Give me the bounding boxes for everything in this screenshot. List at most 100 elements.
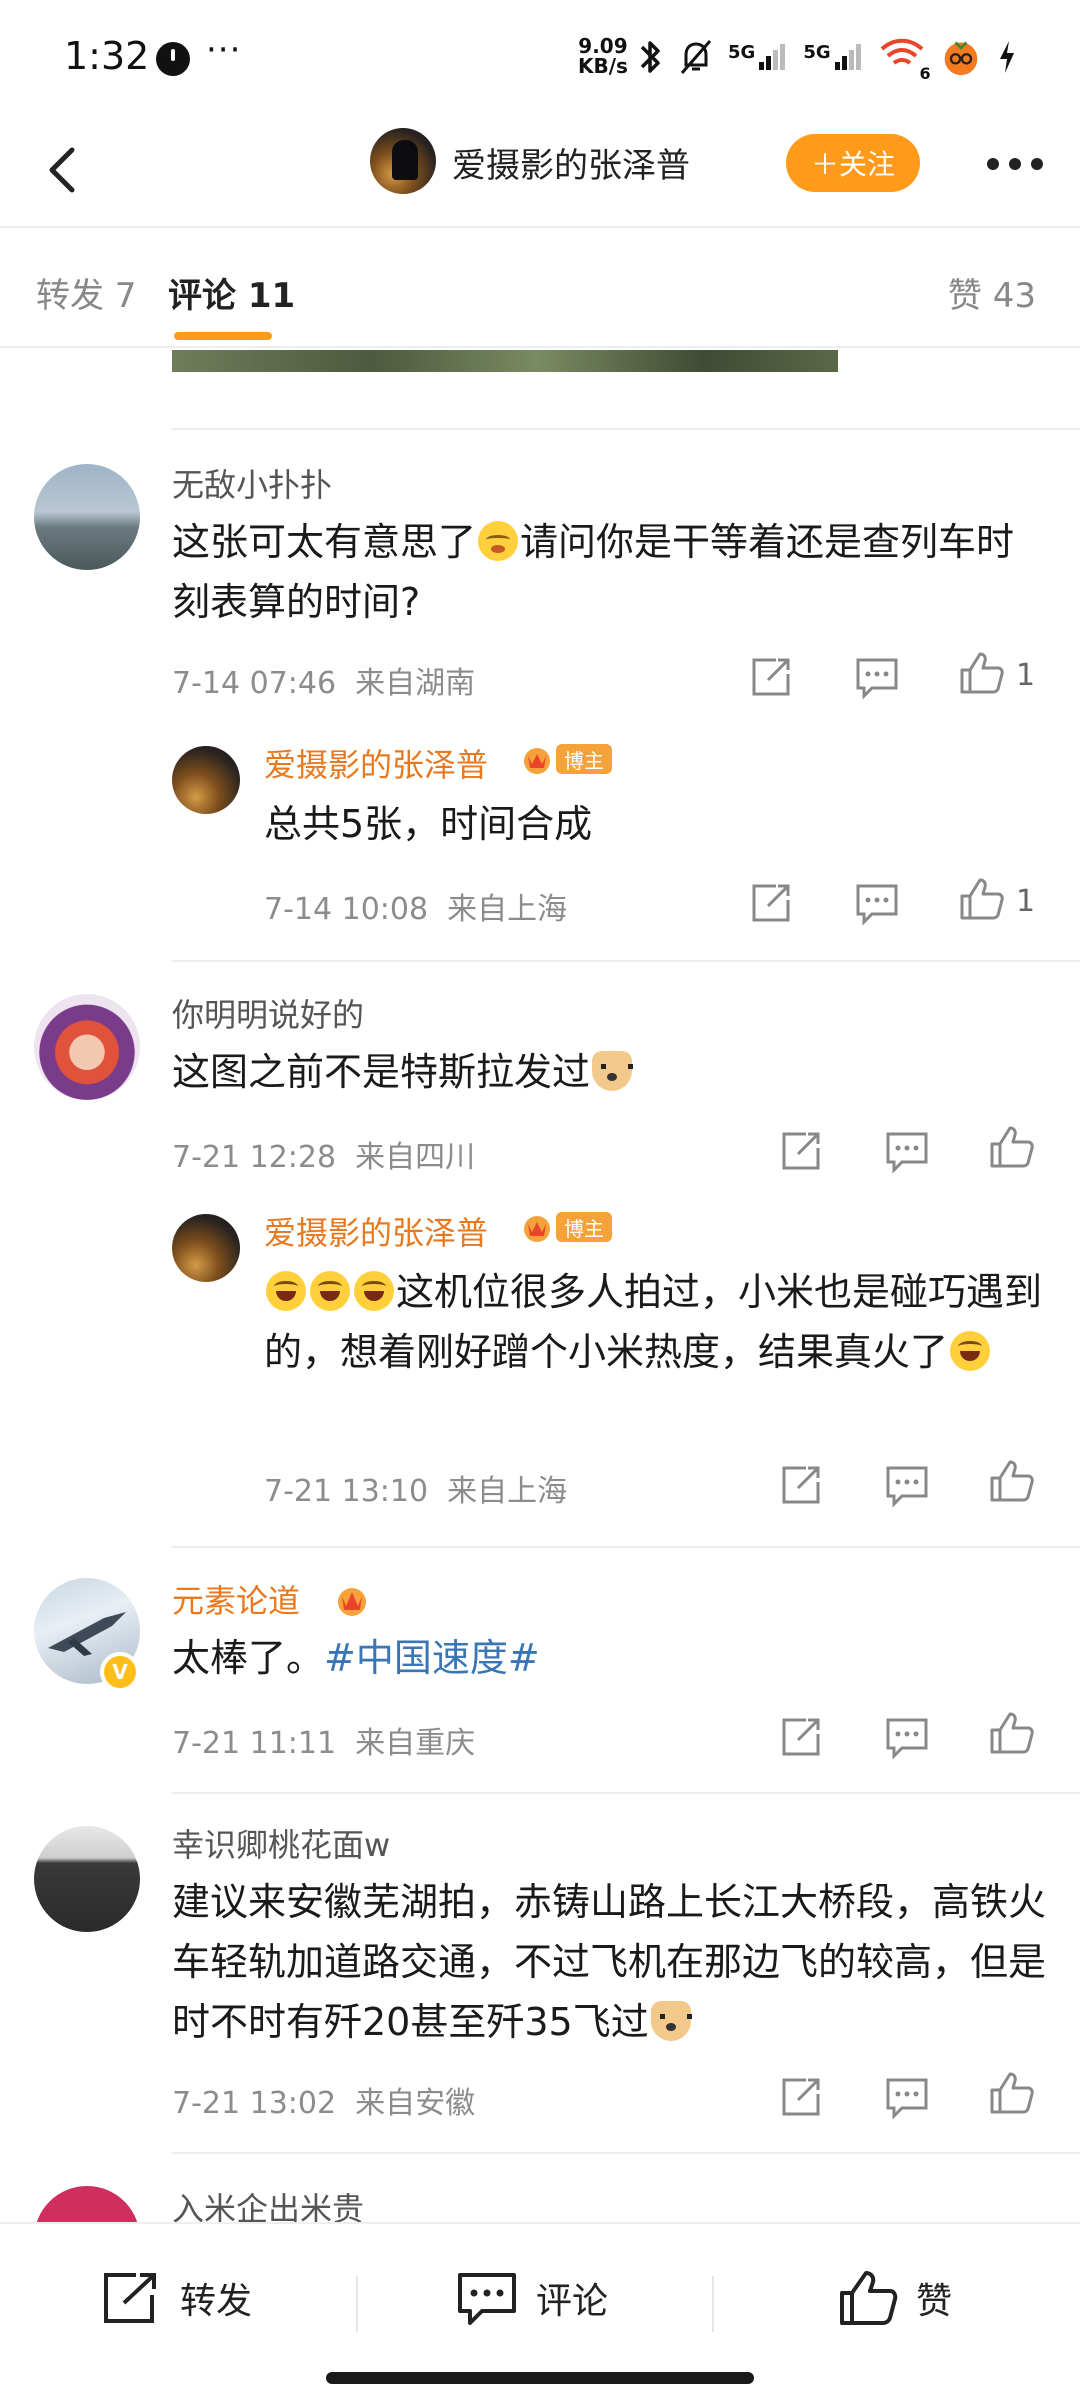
- reply-icon[interactable]: [852, 652, 902, 702]
- like-button[interactable]: 赞: [836, 2268, 952, 2328]
- reply-username[interactable]: 爱摄影的张泽普: [264, 1208, 488, 1254]
- status-icons: 5G 5G 6: [636, 34, 1017, 83]
- more-options-icon[interactable]: [962, 140, 1068, 188]
- reply-meta: 7-21 13:10 来自上海: [264, 1466, 567, 1510]
- laugh-emoji-icon: [354, 1271, 394, 1311]
- share-icon[interactable]: [776, 1712, 826, 1762]
- reply-location: 来自上海: [447, 892, 568, 927]
- app-icon: [944, 41, 977, 76]
- verified-badge-icon: V: [100, 1652, 140, 1692]
- comment-text-part: 太棒了。: [172, 1636, 325, 1680]
- comment-username[interactable]: 你明明说好的: [172, 990, 364, 1036]
- status-more: ···: [206, 30, 242, 70]
- like-icon[interactable]: [986, 1456, 1036, 1506]
- charging-icon: [999, 41, 1014, 73]
- comment-separator: [172, 1792, 1080, 1794]
- tab-comment[interactable]: 评论 11: [168, 268, 295, 317]
- comment-meta: 7-21 12:28 来自四川: [172, 1132, 475, 1176]
- avatar[interactable]: [172, 746, 240, 814]
- blush-emoji-icon: [478, 521, 519, 561]
- comment-location: 来自湖南: [355, 666, 476, 701]
- like-icon[interactable]: [956, 874, 1006, 924]
- wifi-icon: [880, 38, 923, 65]
- author-avatar[interactable]: [370, 128, 436, 194]
- bar-divider: [356, 2276, 358, 2332]
- comment-location: 来自安徽: [355, 2086, 476, 2121]
- avatar[interactable]: [34, 1826, 140, 1932]
- status-time: 1:32: [64, 34, 150, 78]
- comment-separator: [172, 2152, 1080, 2154]
- signal-group-2: 5G: [803, 42, 864, 72]
- like-icon[interactable]: [986, 1708, 1036, 1758]
- share-icon[interactable]: [746, 652, 796, 702]
- post-image-strip[interactable]: [172, 350, 838, 372]
- crown-icon: [524, 1216, 550, 1242]
- comment-time: 7-21 11:11: [172, 1726, 337, 1761]
- comment-button[interactable]: 评论: [456, 2268, 608, 2328]
- comment-text-part: 这图之前不是特斯拉发过: [172, 1050, 591, 1094]
- bar-divider: [712, 2276, 714, 2332]
- net-type-1: 5G: [728, 42, 756, 63]
- crown-icon: [338, 1588, 366, 1616]
- comment-time: 7-14 07:46: [172, 666, 337, 701]
- follow-button[interactable]: ＋关注: [786, 134, 920, 192]
- comment-text-part: 建议来安徽芜湖拍，赤铸山路上长江大桥段，高铁火车轻轨加道路交通，不过飞机在那边飞…: [172, 1880, 1047, 2044]
- doge-emoji-icon: [592, 1051, 634, 1091]
- like-icon[interactable]: [956, 648, 1006, 698]
- top-nav-bar: 爱摄影的张泽普 ＋关注: [0, 120, 1080, 230]
- home-indicator[interactable]: [326, 2372, 754, 2384]
- share-icon[interactable]: [746, 878, 796, 928]
- comment-username[interactable]: 幸识卿桃花面w: [172, 1820, 390, 1866]
- reply-text: 这机位很多人拍过，小米也是碰巧遇到的，想着刚好蹭个小米热度，结果真火了: [264, 1262, 1044, 1382]
- comment-separator: [172, 960, 1080, 962]
- like-icon[interactable]: [986, 2068, 1036, 2118]
- like-count: 1: [1016, 658, 1036, 693]
- comment-username[interactable]: 无敌小扑扑: [172, 460, 332, 506]
- tabs-divider: [0, 346, 1080, 348]
- doge-emoji-icon: [650, 2001, 692, 2041]
- blogger-badge: 博主: [520, 742, 612, 776]
- share-icon[interactable]: [776, 1460, 826, 1510]
- reply-icon[interactable]: [882, 1126, 932, 1176]
- clock-icon: [156, 42, 190, 76]
- badge-label: 博主: [556, 1212, 612, 1242]
- reply-icon[interactable]: [882, 2072, 932, 2122]
- comment-location: 来自四川: [355, 1140, 476, 1175]
- comment-meta: 7-21 11:11 来自重庆: [172, 1718, 475, 1762]
- avatar[interactable]: [34, 994, 140, 1100]
- signal-icon: [834, 44, 861, 70]
- comment-text: 建议来安徽芜湖拍，赤铸山路上长江大桥段，高铁火车轻轨加道路交通，不过飞机在那边飞…: [172, 1872, 1052, 2052]
- like-icon[interactable]: [986, 1122, 1036, 1172]
- topic-link[interactable]: #中国速度#: [324, 1636, 540, 1680]
- status-bar: 1:32 ··· 9.09 KB/s 5G 5G 6: [0, 0, 1080, 120]
- signal-group-1: 5G: [728, 42, 789, 72]
- reply-icon[interactable]: [852, 878, 902, 928]
- tab-repost[interactable]: 转发 7: [36, 268, 136, 317]
- avatar[interactable]: [172, 1214, 240, 1282]
- reply-icon[interactable]: [882, 1460, 932, 1510]
- comment-username[interactable]: 元素论道: [172, 1576, 300, 1622]
- share-icon[interactable]: [776, 2072, 826, 2122]
- share-icon[interactable]: [776, 1126, 826, 1176]
- avatar[interactable]: [34, 464, 140, 570]
- reply-icon[interactable]: [882, 1712, 932, 1762]
- reply-username[interactable]: 爱摄影的张泽普: [264, 740, 488, 786]
- net-speed: 9.09 KB/s: [578, 36, 628, 76]
- net-speed-unit: KB/s: [578, 54, 628, 78]
- badge-label: 博主: [556, 744, 612, 774]
- comment-time: 7-21 12:28: [172, 1140, 337, 1175]
- reply-meta: 7-14 10:08 来自上海: [264, 884, 567, 928]
- repost-button[interactable]: 转发: [100, 2268, 252, 2328]
- back-arrow-icon[interactable]: [34, 130, 104, 210]
- repost-label: 转发: [180, 2281, 253, 2322]
- laugh-emoji-icon: [950, 1331, 991, 1371]
- net-type-2: 5G: [803, 42, 831, 63]
- like-label: 赞: [916, 2281, 953, 2322]
- comment-meta: 7-14 07:46 来自湖南: [172, 658, 475, 702]
- comment-text-part: 这张可太有意思了: [172, 520, 477, 564]
- wifi-group: 6: [879, 37, 931, 83]
- comment-icon: [458, 2273, 516, 2325]
- active-tab-indicator: [174, 332, 272, 340]
- author-name[interactable]: 爱摄影的张泽普: [452, 138, 690, 187]
- tab-like[interactable]: 赞 43: [948, 268, 1036, 317]
